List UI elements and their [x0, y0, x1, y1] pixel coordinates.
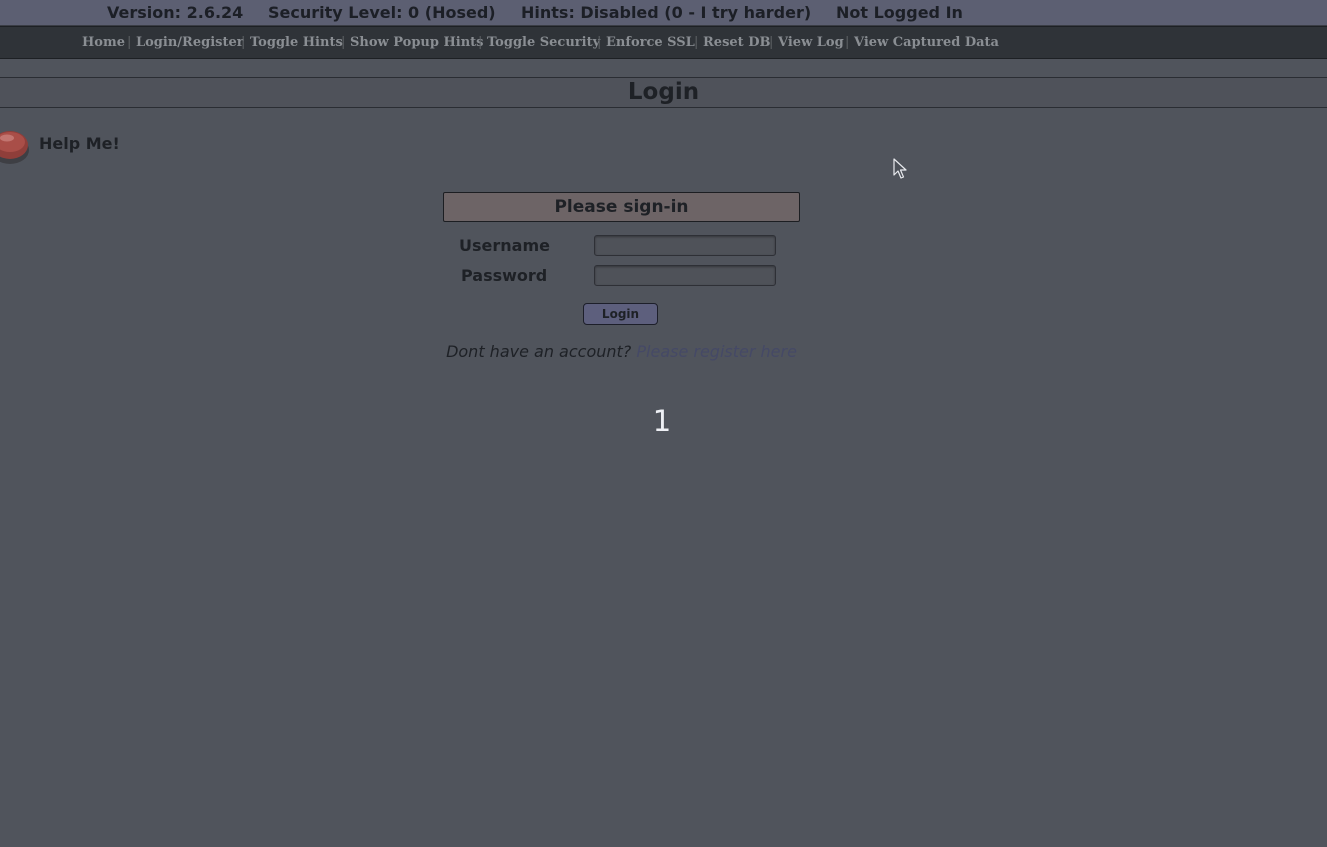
- login-button[interactable]: Login: [583, 303, 658, 325]
- security-level-text: Security Level: 0 (Hosed): [268, 3, 496, 22]
- menu-separator: |: [845, 35, 850, 50]
- help-me-link[interactable]: Help Me!: [39, 134, 120, 153]
- login-status-text: Not Logged In: [836, 3, 963, 22]
- main-menu: Home | Login/Register | Toggle Hints | S…: [0, 26, 1327, 59]
- username-field[interactable]: [594, 235, 776, 256]
- username-label: Username: [459, 236, 550, 255]
- page-title: Login: [0, 77, 1327, 108]
- password-label: Password: [461, 266, 548, 285]
- mouse-cursor-icon: [893, 158, 907, 179]
- menu-separator: |: [694, 35, 699, 50]
- menu-view-log[interactable]: View Log: [778, 27, 844, 58]
- version-text: Version: 2.6.24: [107, 3, 244, 22]
- menu-show-popup-hints[interactable]: Show Popup Hints: [350, 27, 483, 58]
- menu-separator: |: [769, 35, 774, 50]
- status-bar: Version: 2.6.24 Security Level: 0 (Hosed…: [0, 0, 1327, 26]
- menu-login-register[interactable]: Login/Register: [136, 27, 244, 58]
- login-form: Please sign-in Username Password Login D…: [443, 192, 800, 361]
- menu-home[interactable]: Home: [82, 27, 125, 58]
- menu-separator: |: [127, 35, 132, 50]
- signin-header: Please sign-in: [443, 192, 800, 222]
- menu-separator: |: [341, 35, 346, 50]
- overlay-counter: 1: [652, 404, 672, 438]
- menu-enforce-ssl[interactable]: Enforce SSL: [606, 27, 695, 58]
- register-link[interactable]: Please register here: [636, 342, 797, 361]
- register-prompt-text: Dont have an account?: [446, 342, 632, 361]
- register-prompt: Dont have an account? Please register he…: [443, 342, 800, 361]
- menu-toggle-security[interactable]: Toggle Security: [487, 27, 600, 58]
- menu-separator: |: [478, 35, 483, 50]
- menu-reset-db[interactable]: Reset DB: [703, 27, 770, 58]
- menu-view-captured-data[interactable]: View Captured Data: [854, 27, 999, 58]
- menu-toggle-hints[interactable]: Toggle Hints: [250, 27, 343, 58]
- password-field[interactable]: [594, 265, 776, 286]
- red-help-button-icon[interactable]: [0, 126, 30, 166]
- menu-separator: |: [241, 35, 246, 50]
- hints-status-text: Hints: Disabled (0 - I try harder): [521, 3, 812, 22]
- menu-separator: |: [597, 35, 602, 50]
